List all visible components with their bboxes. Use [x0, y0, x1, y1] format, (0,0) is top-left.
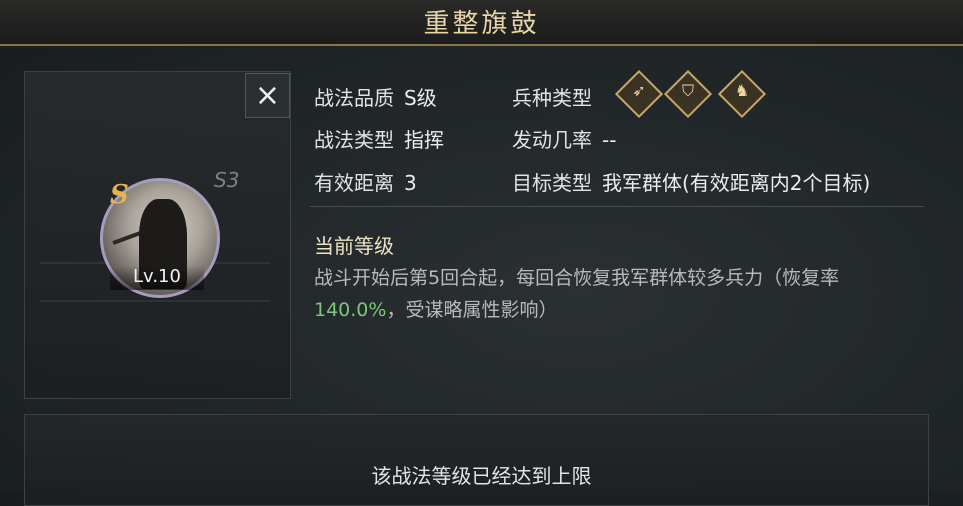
target-row: 目标类型 我军群体(有效距离内2个目标): [512, 167, 870, 196]
current-level-title: 当前等级: [314, 234, 394, 258]
cavalry-icon[interactable]: ♞: [717, 69, 767, 119]
season-label: S3: [214, 168, 240, 192]
range-row: 有效距离 3: [314, 167, 417, 196]
range-value: 3: [404, 171, 417, 195]
quality-label: 战法品质: [314, 86, 394, 110]
grade-badge: S: [110, 180, 129, 210]
skill-description: 战斗开始后第5回合起，每回合恢复我军群体较多兵力（恢复率 140.0%，受谋略属性…: [314, 262, 914, 326]
troop-type-row: 兵种类型: [512, 82, 592, 111]
max-level-notice: 该战法等级已经达到上限: [371, 464, 592, 488]
range-label: 有效距离: [314, 171, 394, 195]
close-icon: ×: [254, 77, 281, 113]
recovery-rate: 140.0%: [314, 299, 387, 321]
type-row: 战法类型 指挥: [314, 124, 444, 153]
close-button[interactable]: ×: [245, 73, 290, 118]
rate-row: 发动几率 --: [512, 124, 616, 153]
quality-value: S级: [404, 86, 437, 110]
quality-row: 战法品质 S级: [314, 82, 437, 111]
description-part1: 战斗开始后第5回合起，每回合恢复我军群体较多兵力（恢复率: [314, 267, 840, 289]
troop-type-label: 兵种类型: [512, 86, 592, 110]
rate-label: 发动几率: [512, 128, 592, 152]
rate-value: --: [602, 128, 617, 152]
section-divider: [310, 206, 924, 207]
description-part2: ，受谋略属性影响）: [386, 299, 558, 321]
level-badge: Lv.10: [110, 266, 204, 290]
target-label: 目标类型: [512, 171, 592, 195]
title-bar: 重整旗鼓: [0, 0, 963, 46]
type-label: 战法类型: [314, 128, 394, 152]
archer-icon[interactable]: ➶: [614, 69, 664, 119]
target-value: 我军群体(有效距离内2个目标): [602, 171, 871, 195]
type-value: 指挥: [404, 128, 444, 152]
page-title: 重整旗鼓: [423, 9, 540, 39]
shield-icon[interactable]: ⛉: [663, 69, 713, 119]
